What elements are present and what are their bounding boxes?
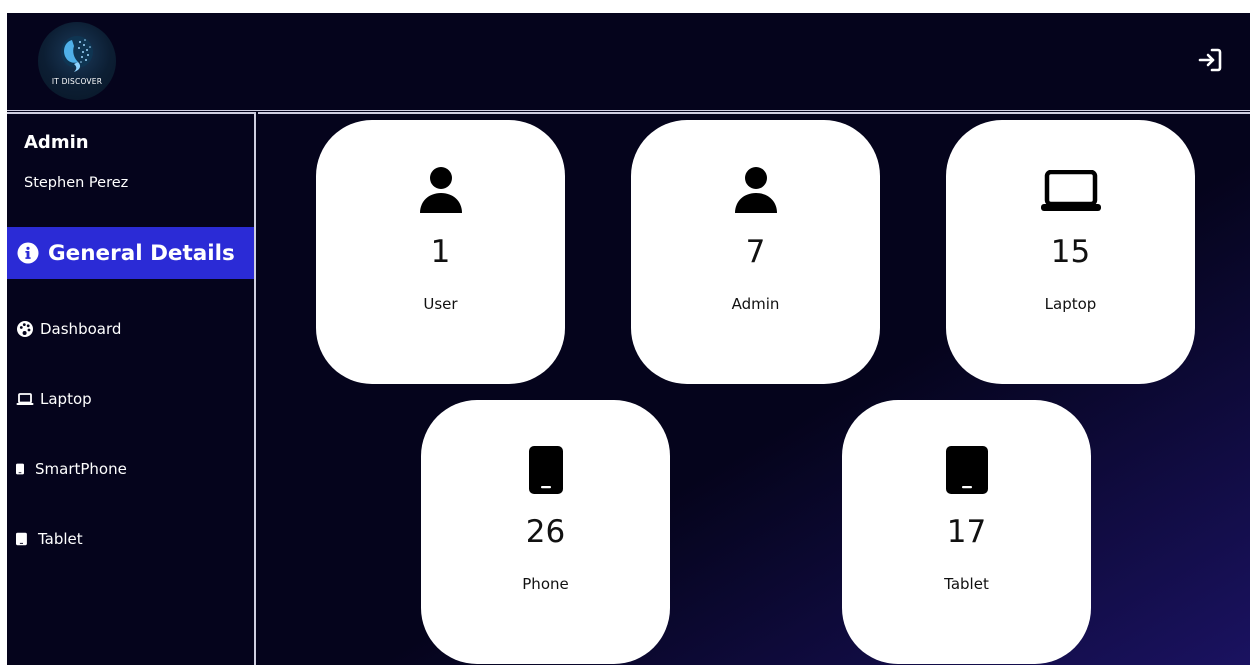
stat-count: 15 — [1050, 234, 1091, 270]
palette-icon — [17, 321, 33, 337]
stat-count: 26 — [525, 514, 566, 550]
stat-label: Phone — [522, 575, 569, 593]
user-icon — [419, 167, 462, 213]
sidebar-item-label: SmartPhone — [35, 460, 127, 478]
stat-count: 17 — [946, 514, 987, 550]
sidebar-item-laptop[interactable]: Laptop — [16, 385, 92, 413]
sidebar-item-smartphone[interactable]: SmartPhone — [16, 455, 127, 483]
laptop-icon — [16, 393, 34, 405]
sidebar-item-general-details[interactable]: General Details — [7, 227, 254, 279]
laptop-icon — [1040, 170, 1101, 211]
sidebar-item-tablet[interactable]: Tablet — [16, 525, 83, 553]
logo[interactable]: IT DISCOVER — [38, 22, 116, 100]
app-frame: IT DISCOVER Admin Stephen Perez General … — [7, 13, 1250, 665]
stat-label: Tablet — [944, 575, 989, 593]
sidebar: Admin Stephen Perez General Details Dash — [7, 112, 256, 665]
main-content: 1 User 7 Admin 15 Laptop 26 Phone 17 Tab… — [258, 112, 1250, 665]
logo-text: IT DISCOVER — [51, 77, 103, 86]
stat-label: User — [423, 295, 458, 313]
stat-card-tablets[interactable]: 17 Tablet — [842, 400, 1091, 664]
sidebar-item-label: Laptop — [40, 390, 92, 408]
phone-icon — [528, 446, 563, 494]
sidebar-item-label: Tablet — [38, 530, 83, 548]
top-bar: IT DISCOVER — [7, 13, 1250, 111]
sidebar-item-label: General Details — [48, 240, 235, 266]
stat-count: 1 — [430, 234, 451, 270]
smartphone-icon — [16, 463, 24, 475]
stat-count: 7 — [745, 234, 766, 270]
sidebar-item-dashboard[interactable]: Dashboard — [16, 315, 121, 343]
sidebar-item-label: Dashboard — [40, 320, 122, 338]
stat-card-users[interactable]: 1 User — [316, 120, 565, 384]
user-role: Admin — [24, 132, 89, 153]
logout-icon[interactable] — [1197, 47, 1223, 73]
tablet-icon — [16, 532, 27, 546]
stat-card-phones[interactable]: 26 Phone — [421, 400, 670, 664]
brain-logo-icon — [61, 36, 93, 72]
user-icon — [734, 167, 777, 213]
stat-label: Admin — [731, 295, 780, 313]
user-name: Stephen Perez — [24, 175, 129, 191]
tablet-icon — [945, 446, 988, 494]
stat-card-admins[interactable]: 7 Admin — [631, 120, 880, 384]
info-circle-icon — [17, 242, 39, 264]
stat-label: Laptop — [1044, 295, 1097, 313]
stat-card-laptops[interactable]: 15 Laptop — [946, 120, 1195, 384]
